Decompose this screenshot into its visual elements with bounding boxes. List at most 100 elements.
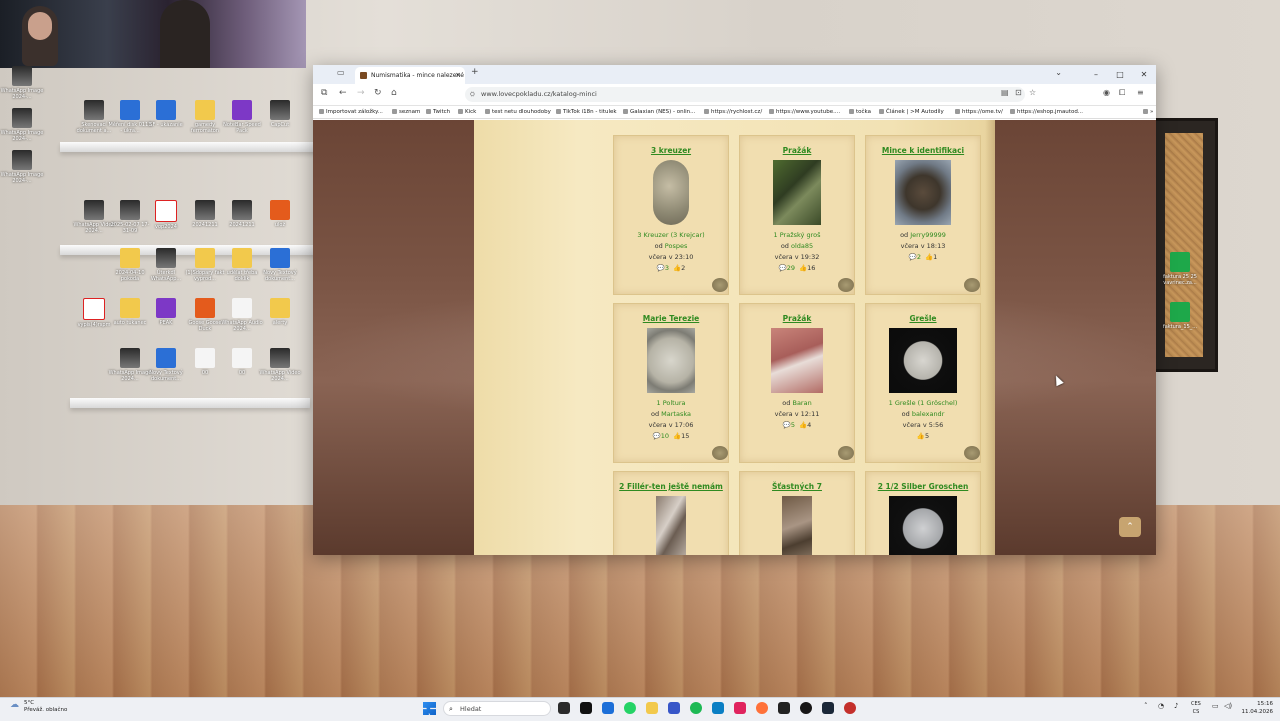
sidebar-toggle-icon[interactable]: ▭ — [337, 68, 345, 77]
task-view-icon[interactable] — [558, 702, 570, 714]
terminal-icon[interactable] — [778, 702, 790, 714]
taskbar-search[interactable]: ⌕ Hledat — [443, 701, 551, 716]
app-icon[interactable] — [844, 702, 856, 714]
author-link[interactable]: olda85 — [791, 242, 813, 250]
app-icon[interactable] — [734, 702, 746, 714]
coin-title-link[interactable]: Pražák — [740, 314, 854, 323]
weather-widget[interactable]: ☁ 5°C Převáž. oblačno — [10, 700, 67, 714]
app-icon[interactable] — [602, 702, 614, 714]
coin-photo[interactable] — [895, 160, 951, 225]
reload-icon[interactable]: ↻ — [374, 88, 382, 98]
reader-view-icon[interactable]: ▤ — [1001, 88, 1009, 97]
comment-count[interactable]: 3 — [665, 264, 669, 272]
desktop-icon[interactable]: WhatsApp Image 2024-... — [0, 66, 44, 100]
bookmark-item[interactable]: https://ome.tv/ — [955, 106, 1003, 118]
volume-icon[interactable]: ◁) — [1224, 702, 1232, 710]
bookmark-item[interactable]: seznam — [392, 106, 420, 118]
desktop-icon[interactable]: PEAK — [144, 298, 188, 326]
home-icon[interactable]: ⌂ — [391, 88, 397, 98]
coin-title-link[interactable]: 2 1/2 Silber Groschen — [866, 482, 980, 491]
coin-photo[interactable] — [656, 496, 686, 555]
author-link[interactable]: Martaska — [661, 410, 691, 418]
desktop-icon[interactable]: alerty — [258, 298, 302, 326]
coin-name-link[interactable]: 1 Grešle (1 Gröschel) — [866, 399, 980, 407]
desktop-icon[interactable]: faktura_15_... — [1158, 302, 1202, 330]
coin-photo[interactable] — [782, 496, 812, 555]
tray-app-icon[interactable]: ◔ — [1158, 702, 1164, 710]
coin-photo[interactable] — [889, 328, 957, 393]
desktop-icon[interactable]: faktura 25 25 vavrinec.za... — [1158, 252, 1202, 286]
bookmark-item[interactable]: točka — [849, 106, 871, 118]
github-icon[interactable] — [800, 702, 812, 714]
desktop-icon[interactable]: Nový Textový dokument... — [258, 248, 302, 282]
coin-name-link[interactable]: 3 Kreuzer (3 Krejcar) — [614, 231, 728, 239]
spotify-icon[interactable] — [690, 702, 702, 714]
sidebar-icon[interactable]: ⧉ — [321, 88, 327, 98]
desktop-icon[interactable]: WhatsApp Image 2024-... — [0, 150, 44, 184]
tab-list-chevron-icon[interactable]: ⌄ — [1055, 68, 1062, 77]
bookmark-item[interactable]: Twitch — [426, 106, 450, 118]
app-icon[interactable] — [712, 702, 724, 714]
bookmark-item[interactable]: Kick — [458, 106, 476, 118]
desktop-icon[interactable]: CapCut — [258, 100, 302, 128]
author-link[interactable]: Baran — [792, 399, 811, 407]
comment-count[interactable]: 5 — [791, 421, 795, 429]
coin-title-link[interactable]: Marie Terezie — [614, 314, 728, 323]
steam-icon[interactable] — [822, 702, 834, 714]
scroll-to-top-button[interactable]: ⌃ — [1119, 517, 1141, 537]
bookmark-item[interactable]: Importovat záložky... — [319, 106, 383, 118]
whatsapp-icon[interactable] — [624, 702, 636, 714]
capcut-icon[interactable] — [580, 702, 592, 714]
desktop-icon[interactable]: SF - ukázanie — [144, 100, 188, 128]
site-info-icon[interactable]: ⛭ — [470, 87, 475, 102]
coin-photo[interactable] — [773, 160, 821, 225]
tab-numismatika[interactable]: Numismatika - mince nalezené × — [355, 67, 465, 84]
author-link[interactable]: Pospes — [665, 242, 688, 250]
bookmark-item[interactable]: Článek | >M Autodíly — [879, 106, 944, 118]
new-tab-button[interactable]: + — [471, 67, 479, 77]
coin-title-link[interactable]: Pražák — [740, 146, 854, 155]
coin-name-link[interactable]: 1 Pražský groš — [740, 231, 854, 239]
coin-photo[interactable] — [653, 160, 689, 225]
coin-photo[interactable] — [889, 496, 957, 555]
address-bar[interactable]: ⛭ www.lovecpokladu.cz/katalog-minci — [465, 87, 1025, 102]
screenshot-icon[interactable]: ⊡ — [1015, 88, 1022, 97]
bookmark-item[interactable]: test netu dlouhodoby — [485, 106, 551, 118]
start-button[interactable] — [423, 702, 436, 715]
bookmark-item[interactable]: TikTok i18n - titulek — [556, 106, 617, 118]
desktop-icon[interactable]: Úterkdl WhatsApp... — [144, 248, 188, 282]
tab-close-icon[interactable]: × — [455, 67, 461, 84]
forward-arrow-icon[interactable]: → — [357, 88, 365, 98]
clock[interactable]: 15:16 11.04.2026 — [1241, 700, 1274, 716]
coin-title-link[interactable]: Grešle — [866, 314, 980, 323]
desktop-icon[interactable]: Nový Textový dokument... — [144, 348, 188, 382]
language-indicator[interactable]: CES CS — [1191, 700, 1201, 716]
desktop-icon[interactable]: ulož — [258, 200, 302, 228]
bookmark-item[interactable]: https://eshop.jmautod... — [1010, 106, 1083, 118]
coin-name-link[interactable]: 1 Poltura — [614, 399, 728, 407]
extension-icon[interactable]: ◉ — [1103, 88, 1110, 97]
desktop-icon[interactable]: WhatsApp Video 2024... — [258, 348, 302, 382]
bookmark-item[interactable]: Galaxian (NES) - onlin... — [623, 106, 695, 118]
bookmark-star-icon[interactable]: ☆ — [1029, 88, 1036, 97]
minimize-button[interactable]: – — [1084, 65, 1108, 84]
close-window-button[interactable]: ✕ — [1132, 65, 1156, 84]
author-link[interactable]: balexandr — [912, 410, 945, 418]
bookmark-item[interactable]: https://rychlost.cz/ — [704, 106, 762, 118]
comment-count[interactable]: 10 — [661, 432, 669, 440]
bookmarks-overflow-icon[interactable]: » — [1143, 106, 1153, 118]
menu-icon[interactable]: ≡ — [1137, 88, 1144, 97]
desktop-icon[interactable]: vop2024 — [144, 200, 188, 230]
desktop-icon[interactable]: WhatsApp Image 2024-... — [0, 108, 44, 142]
extensions-puzzle-icon[interactable]: ⧠ — [1119, 88, 1125, 98]
coin-photo[interactable] — [647, 328, 695, 393]
back-arrow-icon[interactable]: ← — [339, 88, 347, 98]
tray-overflow-chevron-icon[interactable]: ˄ — [1144, 702, 1148, 710]
microphone-icon[interactable]: ♪ — [1174, 702, 1178, 710]
coin-title-link[interactable]: 2 Fillér-ten ještě nemám — [614, 482, 728, 491]
file-explorer-icon[interactable] — [646, 702, 658, 714]
comment-count[interactable]: 29 — [787, 264, 795, 272]
comment-count[interactable]: 2 — [917, 253, 921, 261]
author-link[interactable]: Jerry99999 — [910, 231, 946, 239]
visual-studio-icon[interactable] — [668, 702, 680, 714]
